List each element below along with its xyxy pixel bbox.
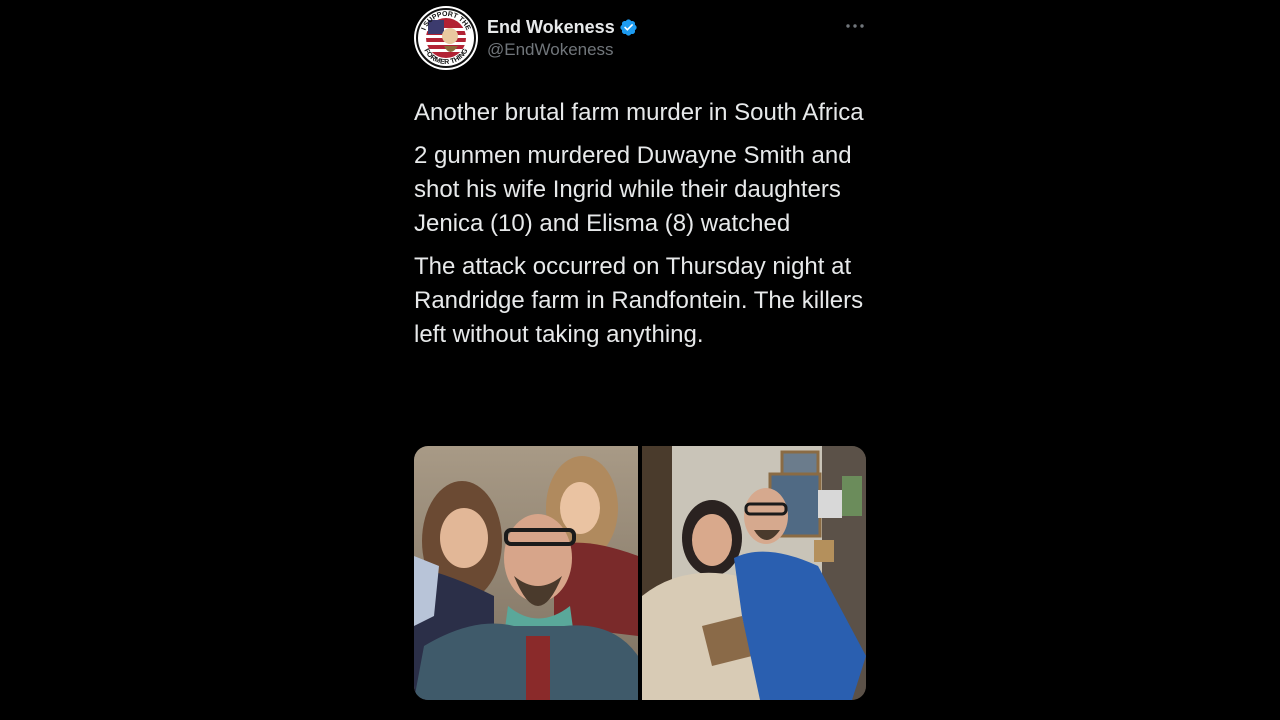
family-selfie-image (414, 446, 638, 700)
tweet-card: I SUPPORT THE FORMER THING End Wokeness … (414, 0, 866, 720)
tweet-text: Another brutal farm murder in South Afri… (414, 96, 866, 361)
more-options-button[interactable] (844, 16, 866, 36)
tweet-paragraph-3: The attack occurred on Thursday night at… (414, 253, 864, 348)
family-selfie-photo[interactable] (414, 446, 638, 700)
tweet-paragraph-2: 2 gunmen murdered Duwayne Smith and shot… (414, 142, 852, 237)
tweet-media-grid (414, 446, 866, 700)
couple-photo[interactable] (642, 446, 866, 700)
ellipsis-icon (846, 24, 864, 28)
avatar-flag-badge-icon: I SUPPORT THE FORMER THING (415, 7, 477, 69)
author-name-row: End Wokeness (487, 16, 638, 38)
author-avatar[interactable]: I SUPPORT THE FORMER THING (414, 6, 478, 70)
author-handle[interactable]: @EndWokeness (487, 40, 614, 60)
verified-badge-icon (620, 18, 637, 36)
author-display-name[interactable]: End Wokeness (487, 16, 615, 38)
couple-image (642, 446, 866, 700)
tweet-paragraph-1: Another brutal farm murder in South Afri… (414, 99, 864, 126)
